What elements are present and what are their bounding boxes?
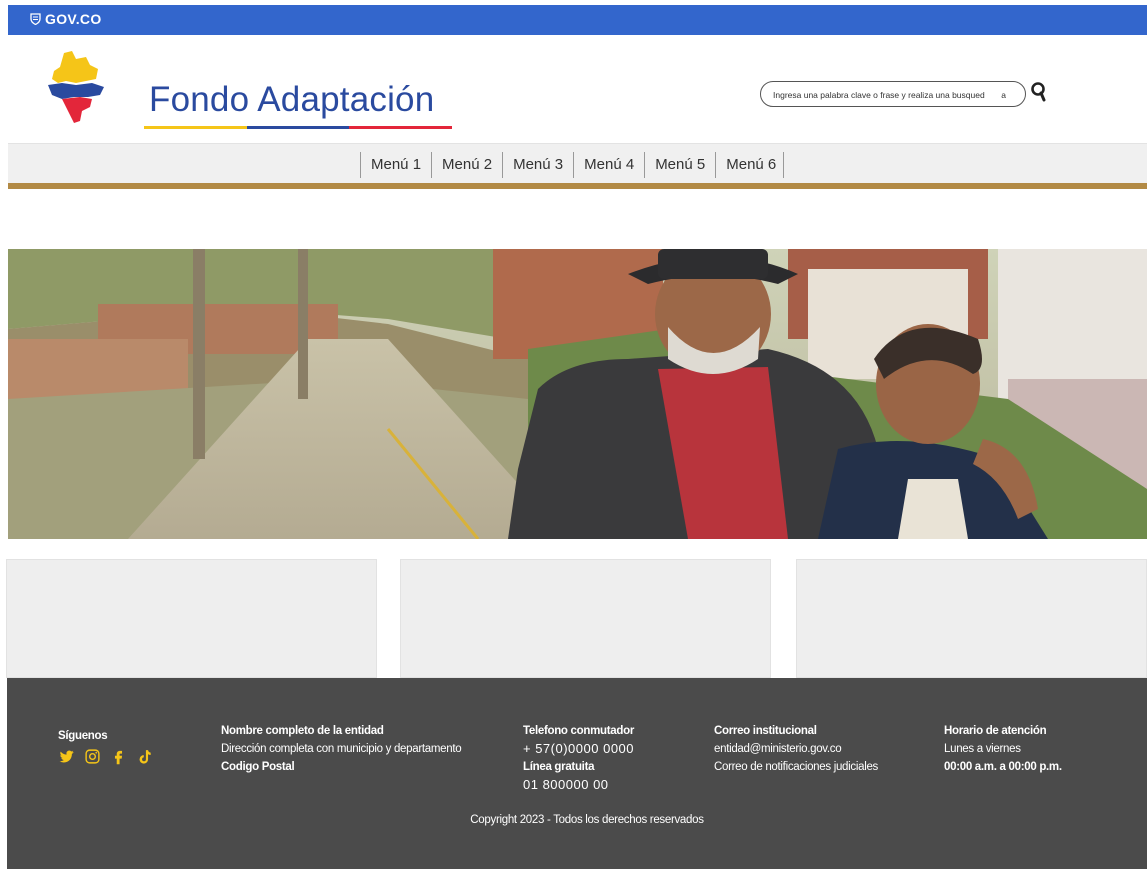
- facebook-icon[interactable]: [110, 748, 127, 765]
- hero-banner-image: [8, 249, 1147, 539]
- colombia-shield-icon: [30, 13, 41, 25]
- hours-title: Horario de atención: [944, 725, 1047, 737]
- site-header: Fondo Adaptación: [8, 35, 1147, 143]
- copyright-text: Copyright 2023 - Todos los derechos rese…: [470, 814, 704, 826]
- footer-entity: Nombre completo de la entidad Dirección …: [221, 722, 462, 776]
- colombia-map-icon: [48, 51, 104, 123]
- nav-accent-stripe: [8, 183, 1147, 189]
- phone-title: Telefono conmutador: [523, 725, 635, 737]
- content-card-2[interactable]: [400, 559, 771, 678]
- entity-postal-code: Codigo Postal: [221, 761, 295, 773]
- footer-hours: Horario de atención Lunes a viernes 00:0…: [944, 722, 1062, 776]
- free-line-number[interactable]: 01 800000 00: [523, 776, 634, 794]
- menu-item-6[interactable]: Menú 6: [715, 152, 785, 178]
- menu-item-3[interactable]: Menú 3: [502, 152, 573, 178]
- hours-time: 00:00 a.m. a 00:00 p.m.: [944, 761, 1062, 773]
- search-box: [760, 81, 1026, 107]
- logo-underline: [144, 126, 453, 129]
- hours-days: Lunes a viernes: [944, 743, 1021, 755]
- site-footer: Síguenos Nombre completo de la entidad D…: [7, 678, 1147, 869]
- search-button[interactable]: [1030, 81, 1050, 105]
- gov-co-link[interactable]: GOV.CO: [30, 11, 102, 27]
- menu-item-2[interactable]: Menú 2: [431, 152, 502, 178]
- instagram-icon[interactable]: [84, 748, 101, 765]
- menu-item-4[interactable]: Menú 4: [573, 152, 644, 178]
- hero-photo-illustration: [8, 249, 1147, 539]
- entity-name: Nombre completo de la entidad: [221, 725, 384, 737]
- footer-follow: Síguenos: [58, 727, 153, 765]
- free-line-title: Línea gratuita: [523, 761, 595, 773]
- footer-email: Correo institucional entidad@ministerio.…: [714, 722, 878, 776]
- phone-number[interactable]: + 57(0)0000 0000: [523, 740, 634, 758]
- content-card-3[interactable]: [796, 559, 1147, 678]
- social-icons: [58, 748, 153, 765]
- entity-address: Dirección completa con municipio y depar…: [221, 743, 462, 755]
- tiktok-icon[interactable]: [136, 748, 153, 765]
- twitter-icon[interactable]: [58, 748, 75, 765]
- menu-item-1[interactable]: Menú 1: [360, 152, 431, 178]
- content-card-1[interactable]: [6, 559, 377, 678]
- main-nav: Menú 1 Menú 2 Menú 3 Menú 4 Menú 5 Menú …: [8, 143, 1147, 184]
- judicial-email-link[interactable]: Correo de notificaciones judiciales: [714, 758, 878, 776]
- email-address[interactable]: entidad@ministerio.gov.co: [714, 740, 878, 758]
- follow-title: Síguenos: [58, 730, 108, 742]
- fondo-adaptacion-logo[interactable]: Fondo Adaptación: [46, 49, 453, 129]
- menu-item-5[interactable]: Menú 5: [644, 152, 715, 178]
- menu-list: Menú 1 Menú 2 Menú 3 Menú 4 Menú 5 Menú …: [360, 152, 785, 178]
- search-input[interactable]: [771, 83, 1025, 107]
- search-icon: [1031, 82, 1046, 102]
- email-title: Correo institucional: [714, 725, 817, 737]
- footer-phone: Telefono conmutador + 57(0)0000 0000 Lín…: [523, 722, 634, 794]
- gov-co-label: GOV.CO: [45, 11, 102, 27]
- logo-wordmark: Fondo Adaptación: [149, 80, 435, 119]
- gov-bar: GOV.CO: [8, 5, 1147, 35]
